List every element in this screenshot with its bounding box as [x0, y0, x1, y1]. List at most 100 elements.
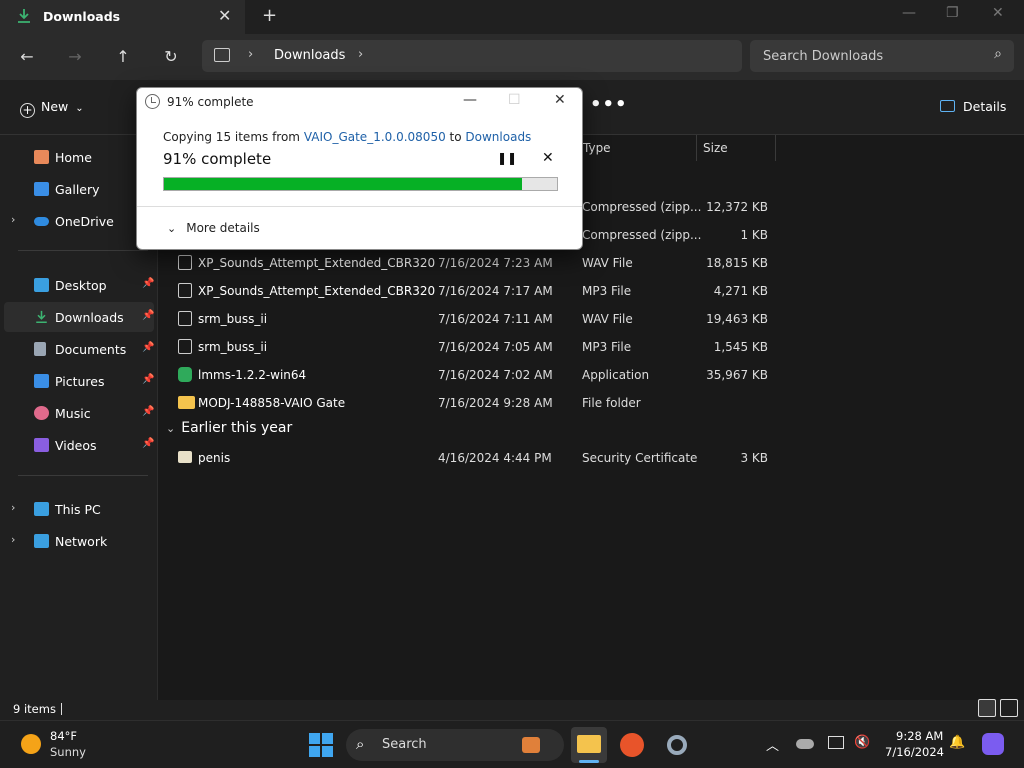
- maximize-icon[interactable]: ❐: [946, 5, 959, 21]
- pin-icon[interactable]: 📌: [142, 278, 154, 289]
- file-name: XP_Sounds_Attempt_Extended_CBR320: [198, 256, 436, 270]
- details-pane-icon: [940, 100, 955, 112]
- chevron-right-icon[interactable]: ›: [11, 213, 15, 226]
- file-row[interactable]: XP_Sounds_Attempt_Extended_CBR320 7/16/2…: [172, 277, 802, 305]
- sun-icon: [21, 734, 41, 754]
- pause-icon[interactable]: ❚❚: [497, 151, 517, 165]
- volume-icon[interactable]: 🔇: [854, 735, 870, 750]
- dialog-close-icon[interactable]: ✕: [554, 92, 566, 108]
- forward-icon[interactable]: →: [62, 44, 88, 70]
- home-icon: [34, 150, 49, 164]
- file-size: 19,463 KB: [706, 312, 768, 326]
- sidebar-item-home[interactable]: Home: [0, 142, 158, 172]
- sidebar-item-videos[interactable]: Videos 📌: [0, 430, 158, 460]
- onedrive-status-icon[interactable]: [796, 739, 814, 749]
- notification-bell-icon[interactable]: 🔔: [949, 735, 965, 750]
- sidebar-item-network[interactable]: › Network: [0, 526, 158, 556]
- sidebar-item-pictures[interactable]: Pictures 📌: [0, 366, 158, 396]
- search-placeholder: Search Downloads: [763, 49, 884, 64]
- more-options-icon[interactable]: •••: [590, 94, 628, 115]
- destination-link[interactable]: Downloads: [465, 130, 531, 144]
- back-icon[interactable]: ←: [14, 44, 40, 70]
- folder-icon: [178, 396, 195, 409]
- tab-close-icon[interactable]: ✕: [218, 6, 231, 25]
- file-row[interactable]: MODJ-148858-VAIO Gate 7/16/2024 9:28 AM …: [172, 389, 802, 417]
- search-input[interactable]: Search Downloads ⌕: [750, 40, 1014, 72]
- details-view-icon[interactable]: [978, 699, 996, 717]
- close-icon[interactable]: ✕: [992, 5, 1004, 21]
- file-type: File folder: [582, 396, 641, 410]
- column-header-type[interactable]: Type: [576, 135, 690, 161]
- chevron-right-icon[interactable]: ›: [358, 47, 363, 62]
- sidebar-item-onedrive[interactable]: › OneDrive: [0, 206, 158, 236]
- taskbar-search[interactable]: ⌕ Search: [346, 729, 564, 761]
- pin-icon[interactable]: 📌: [142, 310, 154, 321]
- progress-bar: [163, 177, 558, 191]
- settings-icon[interactable]: [659, 727, 695, 763]
- file-type: Security Certificate: [582, 451, 698, 465]
- copy-progress-dialog: 91% complete — ☐ ✕ Copying 15 items from…: [136, 87, 583, 250]
- pin-icon[interactable]: 📌: [142, 374, 154, 385]
- gallery-icon: [34, 182, 49, 196]
- pin-icon[interactable]: 📌: [142, 406, 154, 417]
- dialog-minimize-icon[interactable]: —: [463, 92, 477, 108]
- audio-file-icon: [178, 311, 192, 326]
- column-header-size[interactable]: Size: [696, 135, 776, 161]
- search-icon: ⌕: [356, 735, 365, 753]
- sidebar-item-this-pc[interactable]: › This PC: [0, 494, 158, 524]
- breadcrumb[interactable]: Downloads: [274, 48, 345, 63]
- chevron-right-icon[interactable]: ›: [11, 533, 15, 546]
- address-bar[interactable]: › Downloads ›: [202, 40, 742, 72]
- copilot-icon[interactable]: [982, 733, 1004, 755]
- chevron-up-icon[interactable]: ︿: [766, 735, 779, 754]
- details-label: Details: [963, 99, 1007, 114]
- audio-file-icon: [178, 283, 192, 298]
- navigation-bar: ← → ↑ ↻ › Downloads › Search Downloads ⌕: [0, 34, 1024, 80]
- more-details-button[interactable]: ⌄ More details: [167, 221, 260, 235]
- sidebar-item-desktop[interactable]: Desktop 📌: [0, 270, 158, 300]
- sidebar-item-music[interactable]: Music 📌: [0, 398, 158, 428]
- chevron-down-icon: ⌄: [166, 422, 176, 435]
- sidebar-item-label: Desktop: [55, 278, 107, 293]
- file-row[interactable]: lmms-1.2.2-win64 7/16/2024 7:02 AM Appli…: [172, 361, 802, 389]
- sidebar-item-downloads[interactable]: Downloads 📌: [4, 302, 154, 332]
- divider: [18, 475, 148, 476]
- documents-icon: [34, 342, 46, 356]
- file-row[interactable]: XP_Sounds_Attempt_Extended_CBR320 7/16/2…: [172, 249, 802, 277]
- file-row[interactable]: srm_buss_ii 7/16/2024 7:05 AM MP3 File 1…: [172, 333, 802, 361]
- file-explorer-icon[interactable]: [571, 727, 607, 763]
- group-header[interactable]: ⌄ Earlier this year: [166, 420, 292, 436]
- pin-icon[interactable]: 📌: [142, 438, 154, 449]
- audio-file-icon: [178, 339, 192, 354]
- up-icon[interactable]: ↑: [110, 44, 136, 70]
- refresh-icon[interactable]: ↻: [158, 44, 184, 70]
- sidebar-item-label: Pictures: [55, 374, 105, 389]
- sidebar-item-gallery[interactable]: Gallery: [0, 174, 158, 204]
- minimize-icon[interactable]: —: [902, 5, 916, 21]
- source-link[interactable]: VAIO_Gate_1.0.0.08050: [304, 130, 446, 144]
- file-row[interactable]: srm_buss_ii 7/16/2024 7:11 AM WAV File 1…: [172, 305, 802, 333]
- clock-time: 9:28 AM: [896, 729, 944, 743]
- percent-label: 91% complete: [163, 150, 272, 168]
- file-name: srm_buss_ii: [198, 340, 268, 354]
- new-tab-icon[interactable]: +: [262, 5, 277, 26]
- pin-icon[interactable]: 📌: [142, 342, 154, 353]
- clock-icon: [145, 94, 160, 109]
- new-button[interactable]: + New ⌄: [20, 99, 84, 118]
- details-button[interactable]: Details: [940, 99, 1006, 114]
- cancel-copy-icon[interactable]: ✕: [542, 150, 554, 166]
- pictures-icon: [34, 374, 49, 388]
- display-icon[interactable]: [828, 736, 844, 749]
- file-type: WAV File: [582, 312, 633, 326]
- audio-file-icon: [178, 255, 192, 270]
- windows-start-icon[interactable]: [309, 733, 333, 757]
- item-count: 9 items: [13, 702, 56, 716]
- app-icon[interactable]: [614, 727, 650, 763]
- chevron-right-icon[interactable]: ›: [248, 47, 253, 62]
- sidebar-item-documents[interactable]: Documents 📌: [0, 334, 158, 364]
- tiles-view-icon[interactable]: [1000, 699, 1018, 717]
- tab-downloads[interactable]: Downloads ✕: [0, 0, 246, 34]
- file-row[interactable]: penis 4/16/2024 4:44 PM Security Certifi…: [172, 444, 802, 472]
- chevron-right-icon[interactable]: ›: [11, 501, 15, 514]
- divider: [18, 250, 148, 251]
